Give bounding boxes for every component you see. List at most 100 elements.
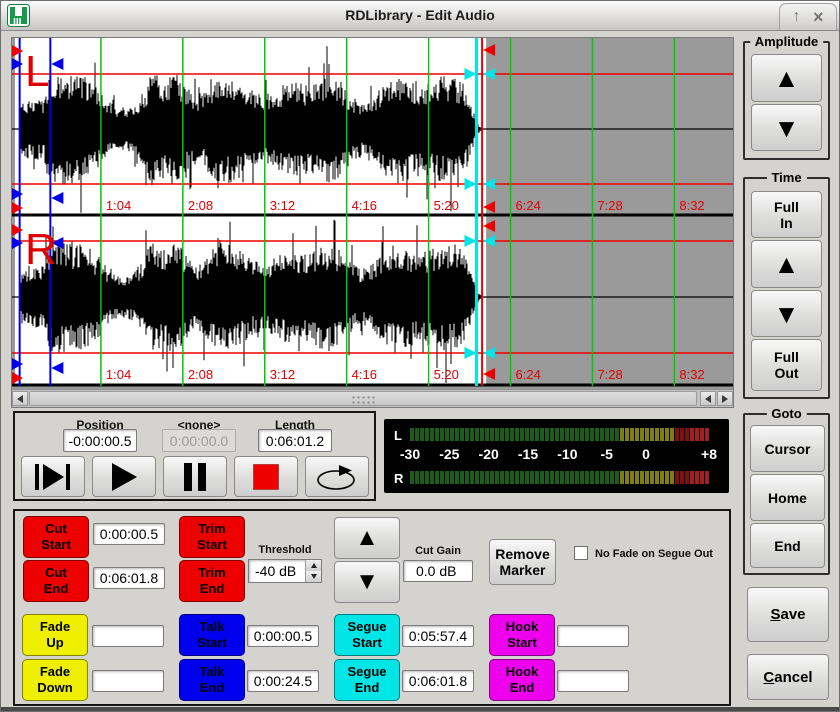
up-arrow-icon: ▲ [774, 251, 800, 277]
gain-down-button[interactable]: ▼ [334, 561, 400, 603]
window-controls: ↑ × [779, 3, 837, 30]
trim-start-button[interactable]: Trim Start [179, 516, 245, 558]
full-in-button[interactable]: Full In [751, 191, 822, 238]
amplitude-up-button[interactable]: ▲ [751, 54, 822, 102]
hook-end-field[interactable] [557, 670, 629, 692]
meter-segment [580, 428, 584, 441]
remove-marker-button[interactable]: Remove Marker [489, 539, 556, 585]
cut-start-button[interactable]: Cut Start [23, 516, 89, 558]
title-bar[interactable]: RDLibrary - Edit Audio ↑ × [1, 1, 839, 31]
meter-segment [455, 428, 459, 441]
meter-segment [555, 471, 559, 484]
threshold-spin-up[interactable] [306, 560, 321, 571]
segue-start-field[interactable]: 0:05:57.4 [402, 625, 474, 647]
goto-home-button[interactable]: Home [750, 474, 825, 521]
cut-end-field[interactable]: 0:06:01.8 [93, 567, 165, 589]
meter-segment [520, 471, 524, 484]
scroll-left-button-2[interactable] [700, 391, 716, 406]
segue-end-button[interactable]: Segue End [334, 659, 400, 701]
scroll-left-icon [13, 395, 23, 403]
gain-up-button[interactable]: ▲ [334, 517, 400, 559]
meter-segment [640, 428, 644, 441]
play-from-start-button[interactable] [21, 456, 85, 497]
scroll-right-button[interactable] [717, 391, 733, 406]
cut-gain-field[interactable]: 0.0 dB [403, 560, 473, 582]
meter-segment [595, 428, 599, 441]
meter-segment [525, 428, 529, 441]
threshold-value[interactable]: -40 dB [249, 560, 305, 582]
waveform-scrollbar[interactable] [12, 389, 733, 407]
meter-segment [470, 428, 474, 441]
time-label: 3:12 [270, 198, 295, 213]
fade-up-button[interactable]: Fade Up [22, 614, 88, 656]
segue-start-button[interactable]: Segue Start [334, 614, 400, 656]
hook-end-button[interactable]: Hook End [489, 659, 555, 701]
time-label: 2:08 [188, 198, 213, 213]
scrollbar-thumb[interactable] [29, 391, 697, 406]
meter-tick-label: +8 [701, 446, 717, 462]
threshold-spinbox[interactable]: -40 dB [248, 559, 322, 583]
meter-segment [570, 428, 574, 441]
meter-channel-label-l: L [394, 428, 402, 443]
meter-segment [545, 428, 549, 441]
close-window-icon[interactable]: × [813, 8, 824, 26]
fade-up-field[interactable] [92, 625, 164, 647]
meter-segment [595, 471, 599, 484]
cancel-button[interactable]: Cancel [747, 654, 829, 700]
goto-cursor-button[interactable]: Cursor [750, 425, 825, 472]
talk-end-button[interactable]: Talk End [179, 659, 245, 701]
meter-segment [565, 471, 569, 484]
hook-start-button[interactable]: Hook Start [489, 614, 555, 656]
meter-segments-l [410, 428, 709, 441]
talk-start-field[interactable]: 0:00:00.5 [247, 625, 319, 647]
time-group-title: Time [766, 170, 806, 185]
meter-channel-label-r: R [394, 471, 403, 486]
meter-segment [455, 471, 459, 484]
fade-down-button[interactable]: Fade Down [22, 659, 88, 701]
meter-tick-label: -10 [557, 446, 577, 462]
cut-start-field[interactable]: 0:00:00.5 [93, 523, 165, 545]
position-field[interactable]: -0:00:00.5 [63, 429, 137, 452]
hook-start-field[interactable] [557, 625, 629, 647]
full-out-button[interactable]: Full Out [751, 339, 822, 391]
meter-segment [435, 471, 439, 484]
meter-segment [645, 428, 649, 441]
trim-end-button[interactable]: Trim End [179, 560, 245, 602]
meter-segment [575, 471, 579, 484]
fade-down-field[interactable] [92, 670, 164, 692]
save-button[interactable]: Save [747, 587, 829, 642]
meter-tick-label: -5 [600, 446, 612, 462]
meter-segment [640, 471, 644, 484]
down-arrow-icon: ▼ [774, 115, 800, 141]
meter-segment [685, 428, 689, 441]
meter-segment [555, 428, 559, 441]
time-label: 8:32 [679, 367, 704, 382]
waveform-display[interactable]: L1:042:083:124:165:206:247:288:32R1:042:… [12, 38, 733, 389]
cut-end-button[interactable]: Cut End [23, 560, 89, 602]
meter-segment [675, 471, 679, 484]
meter-segment [445, 471, 449, 484]
meter-segment [505, 471, 509, 484]
play-button[interactable] [92, 456, 156, 497]
meter-segment [425, 428, 429, 441]
length-field[interactable]: 0:06:01.2 [258, 429, 332, 452]
meter-segment [655, 428, 659, 441]
no-fade-checkbox[interactable] [574, 546, 588, 560]
amplitude-down-button[interactable]: ▼ [751, 104, 822, 151]
meter-segment [520, 428, 524, 441]
time-label: 4:16 [352, 367, 377, 382]
time-up-button[interactable]: ▲ [751, 240, 822, 288]
talk-start-button[interactable]: Talk Start [179, 614, 245, 656]
shade-window-icon[interactable]: ↑ [792, 9, 800, 25]
meter-segment [420, 428, 424, 441]
time-down-button[interactable]: ▼ [751, 290, 822, 337]
loop-button[interactable] [305, 456, 369, 497]
goto-end-button[interactable]: End [750, 523, 825, 568]
pause-button[interactable] [163, 456, 227, 497]
threshold-spin-down[interactable] [306, 571, 321, 582]
scroll-left-button[interactable] [12, 391, 28, 406]
talk-end-field[interactable]: 0:00:24.5 [247, 670, 319, 692]
stop-button[interactable] [234, 456, 298, 497]
segue-end-field[interactable]: 0:06:01.8 [402, 670, 474, 692]
meter-segment [660, 471, 664, 484]
